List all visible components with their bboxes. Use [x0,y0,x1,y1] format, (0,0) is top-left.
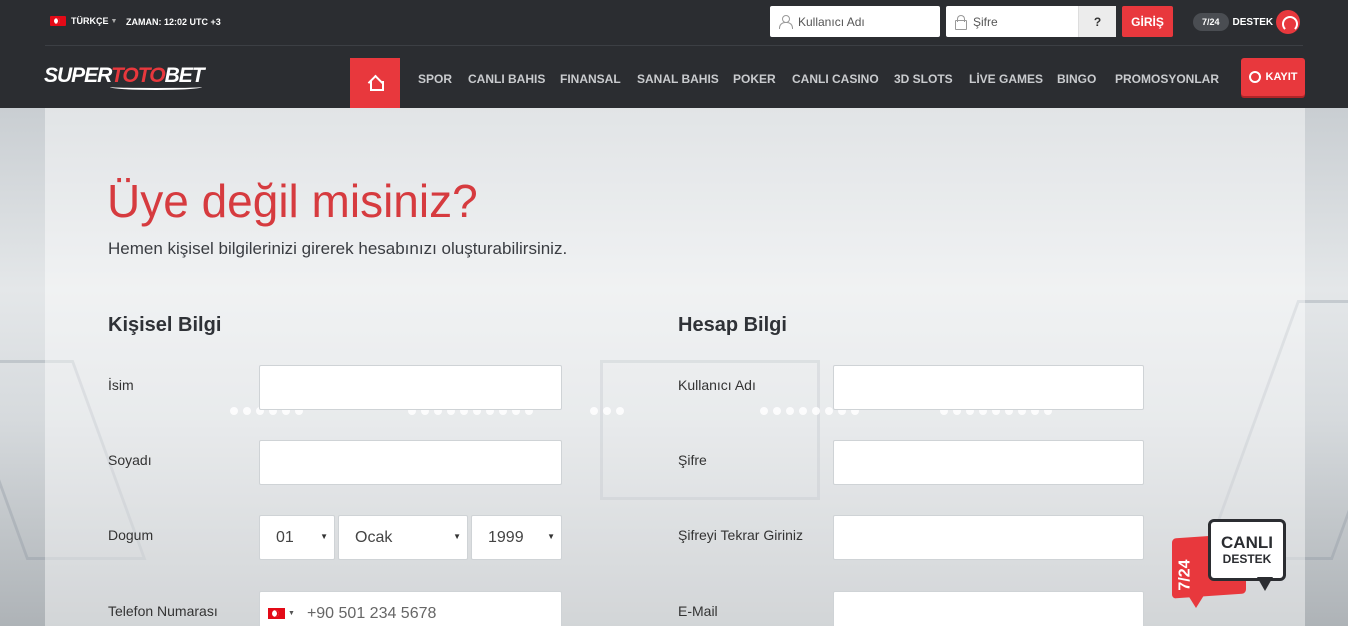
nav-item-live-games[interactable]: LİVE GAMES [969,72,1043,86]
chevron-down-icon: ▼ [320,532,328,541]
account-password-label: Şifre [678,452,707,468]
email-input[interactable] [833,591,1144,626]
live-chat-hours: 7/24 [1176,559,1194,591]
user-circle-icon [1248,71,1261,83]
surname-label: Soyadı [108,452,152,468]
birth-month-value: Ocak [355,528,393,546]
register-button[interactable]: KAYIT [1241,58,1305,96]
phone-label: Telefon Numarası [108,603,218,619]
forgot-password-button[interactable]: ? [1078,6,1116,37]
birth-label: Dogum [108,527,154,543]
nav-item-bingo[interactable]: BINGO [1057,72,1096,86]
header-divider [45,45,1303,46]
nav-item-finansal[interactable]: FINANSAL [560,72,621,86]
user-icon [779,15,793,29]
live-chat-line2: DESTEK [1222,552,1272,566]
personal-info-heading: Kişisel Bilgi [108,314,222,336]
nav-item-canli-bahis[interactable]: CANLI BAHIS [468,72,545,86]
nav-item-sanal-bahis[interactable]: SANAL BAHIS [637,72,719,86]
nav-item-promosyonlar[interactable]: PROMOSYONLAR [1115,72,1219,86]
chevron-down-icon: ▼ [110,17,118,25]
account-password-input[interactable] [833,440,1144,485]
account-username-input[interactable] [833,365,1144,410]
chevron-down-icon[interactable]: ▼ [288,610,295,617]
logo-swoosh [110,84,202,90]
birth-month-select[interactable]: Ocak ▼ [338,515,468,560]
chat-bubble-tail [1186,592,1206,608]
logo-part-super: SUPER [44,64,112,87]
nav-item-spor[interactable]: SPOR [418,72,452,86]
password-input[interactable]: Şifre ? [946,6,1116,37]
turkey-flag-icon [50,16,66,26]
email-label: E-Mail [678,603,718,619]
live-chat-line1: CANLI [1221,533,1273,552]
username-placeholder: Kullanıcı Adı [798,14,865,29]
birth-day-select[interactable]: 01 ▼ [259,515,335,560]
username-input[interactable]: Kullanıcı Adı [770,6,940,37]
nav-item-3d-slots[interactable]: 3D SLOTS [894,72,953,86]
account-username-label: Kullanıcı Adı [678,377,756,393]
page-subtitle: Hemen kişisel bilgilerinizi girerek hesa… [108,239,568,258]
birth-year-value: 1999 [488,528,524,546]
birth-year-select[interactable]: 1999 ▼ [471,515,562,560]
name-label: İsim [108,377,134,393]
name-input[interactable] [259,365,562,410]
clock-display: ZAMAN: 12:02 UTC +3 [126,17,221,27]
language-label: TÜRKÇE [71,16,109,26]
page-title: Üye değil misiniz? [107,175,478,227]
phone-input[interactable]: ▼ +90 501 234 5678 [259,591,562,626]
nav-item-canli-casino[interactable]: CANLI CASINO [792,72,879,86]
surname-input[interactable] [259,440,562,485]
chevron-down-icon: ▼ [453,532,461,541]
chat-bubble-white: CANLI DESTEK [1208,519,1286,581]
home-button[interactable] [350,58,400,108]
nav-item-poker[interactable]: POKER [733,72,776,86]
support-hours-badge: 7/24 [1193,13,1229,31]
register-label: KAYIT [1265,71,1298,83]
birth-day-value: 01 [276,528,294,546]
home-icon [368,76,384,91]
chat-bubble-tail [1257,577,1273,591]
support-link[interactable]: 7/24 DESTEK [1193,10,1301,34]
login-button[interactable]: GİRİŞ [1122,6,1173,37]
password-repeat-input[interactable] [833,515,1144,560]
stadium-lights [590,407,624,415]
headset-icon [1276,10,1301,34]
header: TÜRKÇE ▼ ZAMAN: 12:02 UTC +3 Kullanıcı A… [0,0,1348,108]
support-label: DESTEK [1232,16,1274,28]
password-repeat-label: Şifreyi Tekrar Giriniz [678,527,803,543]
turkey-flag-icon[interactable] [268,608,285,619]
lock-icon [955,15,967,30]
language-selector[interactable]: TÜRKÇE ▼ [50,16,117,26]
phone-placeholder: +90 501 234 5678 [306,604,437,622]
account-info-heading: Hesap Bilgi [678,314,787,336]
chevron-down-icon: ▼ [547,532,555,541]
password-placeholder: Şifre [973,14,998,29]
